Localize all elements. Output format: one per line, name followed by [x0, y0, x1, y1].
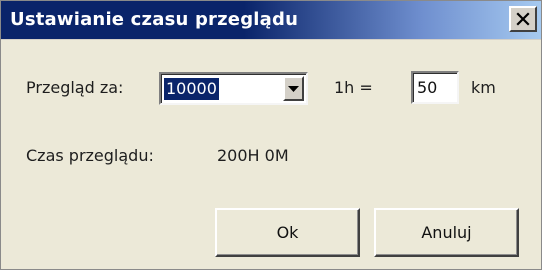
km-unit-label: km: [471, 78, 496, 97]
przeglad-label: Przegląd za:: [26, 78, 124, 97]
przeglad-selected-value[interactable]: 10000: [164, 78, 219, 100]
review-time-dialog: Ustawianie czasu przeglądu Przegląd za: …: [0, 0, 542, 270]
dropdown-button[interactable]: [283, 76, 304, 101]
km-input[interactable]: 50: [411, 71, 459, 104]
przeglad-combobox[interactable]: 10000: [159, 72, 308, 105]
close-button[interactable]: [509, 6, 537, 32]
chevron-down-icon: [288, 79, 299, 98]
czas-przegladu-value: 200H 0M: [217, 146, 289, 165]
dialog-title: Ustawianie czasu przeglądu: [10, 9, 299, 30]
close-icon: [516, 12, 530, 26]
hour-equals-label: 1h =: [334, 78, 373, 97]
czas-przegladu-label: Czas przeglądu:: [26, 146, 154, 165]
ok-button[interactable]: Ok: [215, 208, 360, 257]
title-bar: Ustawianie czasu przeglądu: [1, 1, 541, 40]
cancel-button[interactable]: Anuluj: [374, 208, 519, 257]
